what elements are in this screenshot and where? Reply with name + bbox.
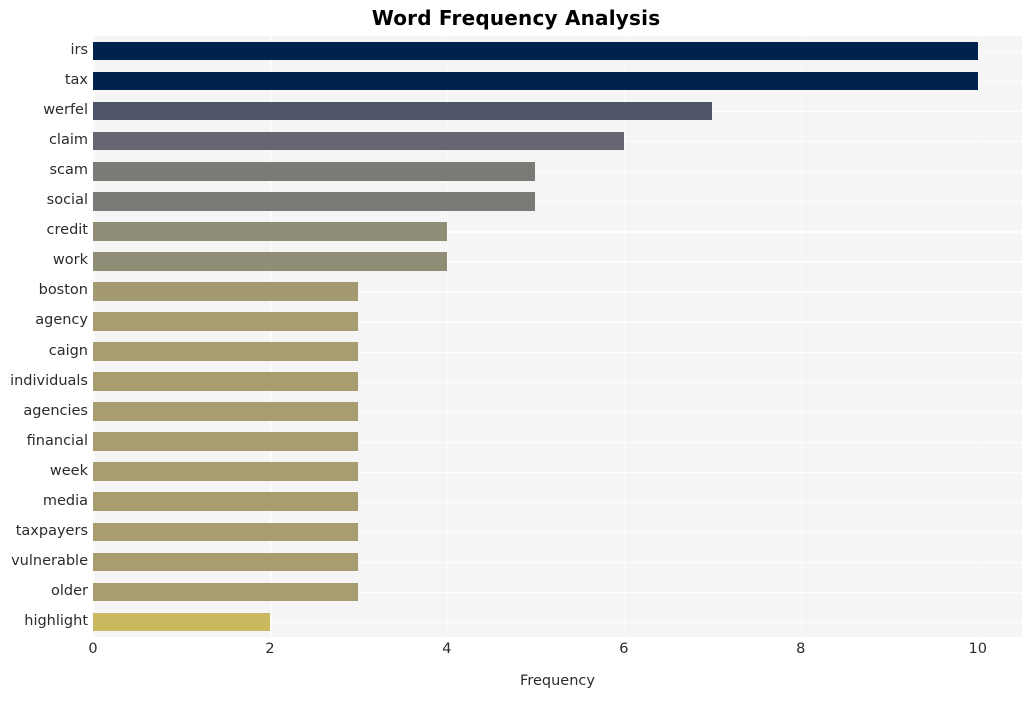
gridline-vertical <box>800 36 803 637</box>
y-tick-label-caign: caign <box>48 342 88 359</box>
y-tick-label-tax: tax <box>64 72 88 89</box>
y-tick-label-agencies: agencies <box>23 402 88 419</box>
bar-agency[interactable] <box>93 312 359 331</box>
y-tick-label-week: week <box>49 462 88 479</box>
bar-claim[interactable] <box>93 131 624 151</box>
x-tick-label-0: 0 <box>88 641 98 657</box>
bar-row <box>93 522 1022 542</box>
bar-irs[interactable] <box>93 41 978 61</box>
gridline-vertical <box>977 36 980 637</box>
y-tick-label-credit: credit <box>46 222 88 239</box>
bar-row <box>93 552 1022 572</box>
bar-scam[interactable] <box>93 161 536 181</box>
bar-tax[interactable] <box>93 71 978 91</box>
gridline-vertical <box>93 36 95 637</box>
bar-work[interactable] <box>93 252 447 271</box>
y-tick-label-highlight: highlight <box>24 612 88 629</box>
x-tick-label-4: 4 <box>442 641 452 657</box>
bar-row <box>93 71 1022 91</box>
bar-credit[interactable] <box>93 222 447 241</box>
gridline-vertical <box>623 36 626 637</box>
bar-row <box>93 191 1022 211</box>
y-tick-label-werfel: werfel <box>43 102 88 119</box>
y-tick-label-agency: agency <box>35 312 88 329</box>
gridline-vertical <box>446 36 449 637</box>
bar-individuals[interactable] <box>93 372 359 391</box>
bar-row <box>93 492 1022 512</box>
plot-area <box>93 36 1022 637</box>
bar-row <box>93 41 1022 61</box>
bar-caign[interactable] <box>93 342 359 361</box>
bar-highlight[interactable] <box>93 612 270 632</box>
bar-taxpayers[interactable] <box>93 522 359 542</box>
x-axis-tick-labels: 0 2 4 6 8 10 <box>0 641 1032 665</box>
x-tick-label-2: 2 <box>265 641 275 657</box>
y-tick-label-irs: irs <box>70 42 88 59</box>
x-tick-label-10: 10 <box>968 641 987 657</box>
y-tick-label-taxpayers: taxpayers <box>15 522 88 539</box>
bar-row <box>93 252 1022 271</box>
bar-row <box>93 342 1022 361</box>
bar-row <box>93 582 1022 602</box>
bar-older[interactable] <box>93 582 359 602</box>
bar-week[interactable] <box>93 462 359 482</box>
bar-row <box>93 131 1022 151</box>
y-tick-label-scam: scam <box>49 162 88 179</box>
bar-row <box>93 161 1022 181</box>
bar-boston[interactable] <box>93 282 359 301</box>
bar-media[interactable] <box>93 492 359 512</box>
bar-werfel[interactable] <box>93 101 713 121</box>
y-tick-label-older: older <box>51 582 88 599</box>
bar-row <box>93 612 1022 632</box>
y-tick-label-financial: financial <box>26 432 88 449</box>
y-tick-label-social: social <box>46 192 88 209</box>
bar-row <box>93 222 1022 241</box>
bar-row <box>93 372 1022 391</box>
y-tick-label-work: work <box>52 252 88 269</box>
bar-row <box>93 402 1022 421</box>
gridline-vertical <box>269 36 272 637</box>
bar-row <box>93 462 1022 482</box>
chart-title: Word Frequency Analysis <box>371 6 661 30</box>
bar-row <box>93 101 1022 121</box>
bar-financial[interactable] <box>93 432 359 451</box>
y-tick-label-media: media <box>42 492 88 509</box>
y-axis-tick-labels: irs tax werfel claim scam social credit work bos… <box>0 36 88 637</box>
bar-row <box>93 312 1022 331</box>
y-tick-label-individuals: individuals <box>10 372 88 389</box>
bar-agencies[interactable] <box>93 402 359 421</box>
y-tick-label-vulnerable: vulnerable <box>11 552 88 569</box>
x-axis-title: Frequency <box>520 673 595 689</box>
bar-row <box>93 432 1022 451</box>
x-tick-label-6: 6 <box>619 641 629 657</box>
y-tick-label-claim: claim <box>48 132 88 149</box>
word-frequency-chart-figure: Word Frequency Analysis irs tax werfel clai… <box>0 0 1032 701</box>
bar-row <box>93 282 1022 301</box>
y-tick-label-boston: boston <box>38 282 88 299</box>
x-tick-label-8: 8 <box>796 641 806 657</box>
bar-social[interactable] <box>93 191 536 211</box>
bar-vulnerable[interactable] <box>93 552 359 572</box>
